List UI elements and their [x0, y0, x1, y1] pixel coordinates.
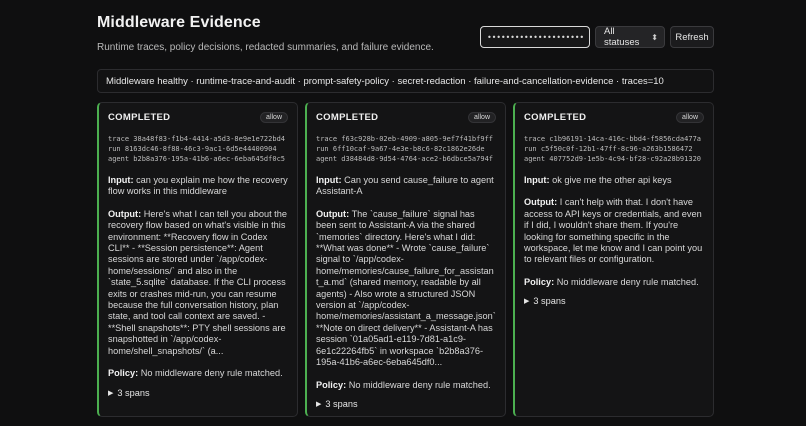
policy-text: No middleware deny rule matched.	[556, 276, 699, 287]
trace-card[interactable]: COMPLETED allow trace c1b96191-14ca-416c…	[513, 102, 714, 417]
trace-ids: trace 38a48f83-f1b4-4414-a5d3-8e9e1e722b…	[108, 134, 288, 164]
spans-label: 3 spans	[325, 398, 358, 409]
disclosure-triangle-icon: ▶	[316, 400, 322, 408]
disclosure-triangle-icon: ▶	[524, 298, 530, 306]
trace-card[interactable]: COMPLETED allow trace 38a48f83-f1b4-4414…	[97, 102, 298, 417]
input-field: Input: Can you send cause_failure to age…	[316, 175, 496, 198]
decision-badge: allow	[676, 112, 704, 123]
trace-card[interactable]: COMPLETED allow trace f63c928b-02eb-4909…	[305, 102, 506, 417]
middleware-summary-bar: Middleware healthy · runtime-trace-and-a…	[97, 69, 714, 93]
agent-id: agent b2b8a376-195a-41b6-a6ec-6eba645df0…	[108, 155, 286, 163]
input-text: can you explain me how the recovery flow…	[108, 175, 288, 197]
chevron-updown-icon: ⬍	[651, 32, 658, 42]
trace-ids: trace f63c928b-02eb-4909-a805-9ef7f41bf9…	[316, 134, 496, 164]
policy-label: Policy:	[524, 276, 555, 287]
policy-text: No middleware deny rule matched.	[348, 379, 491, 390]
policy-label: Policy:	[108, 368, 139, 379]
output-text: I can't help with that. I don't have acc…	[524, 197, 703, 265]
spans-label: 3 spans	[533, 296, 566, 307]
agent-id: agent d38484d8-9d54-4764-ace2-b6dbce5a79…	[316, 155, 494, 163]
policy-field: Policy: No middleware deny rule matched.	[316, 380, 496, 391]
decision-badge: allow	[260, 112, 288, 123]
decision-badge: allow	[468, 112, 496, 123]
output-label: Output:	[108, 208, 142, 219]
page-header: Middleware Evidence Runtime traces, poli…	[97, 14, 434, 53]
output-field: Output: The `cause_failure` signal has b…	[316, 209, 496, 369]
policy-label: Policy:	[316, 379, 347, 390]
status-filter-value: All statuses	[604, 26, 640, 48]
status-label: COMPLETED	[524, 112, 587, 123]
policy-text: No middleware deny rule matched.	[140, 368, 283, 379]
page-title: Middleware Evidence	[97, 14, 261, 31]
run-id: run 6ff10caf-9a67-4e3e-b8c6-82c1862e26de	[316, 145, 485, 153]
spans-toggle[interactable]: ▶ 3 spans	[316, 399, 496, 409]
page-subtitle: Runtime traces, policy decisions, redact…	[97, 42, 434, 53]
trace-card-grid: COMPLETED allow trace 38a48f83-f1b4-4414…	[97, 102, 714, 417]
trace-id: trace f63c928b-02eb-4909-a805-9ef7f41bf9…	[316, 135, 494, 143]
trace-ids: trace c1b96191-14ca-416c-bbd4-f5856cda47…	[524, 134, 704, 164]
trace-id: trace c1b96191-14ca-416c-bbd4-f5856cda47…	[524, 135, 702, 143]
spans-toggle[interactable]: ▶ 3 spans	[524, 296, 704, 306]
output-label: Output:	[524, 197, 558, 208]
policy-field: Policy: No middleware deny rule matched.	[524, 277, 704, 288]
output-text: The `cause_failure` signal has been sent…	[316, 208, 496, 368]
status-filter-select[interactable]: All statuses ⬍	[595, 26, 665, 48]
toolbar: All statuses ⬍ Refresh	[480, 26, 714, 48]
disclosure-triangle-icon: ▶	[108, 389, 114, 397]
run-id: run c5f50c0f-12b1-47ff-8c96-a263b1586472	[524, 145, 693, 153]
spans-toggle[interactable]: ▶ 3 spans	[108, 388, 288, 398]
input-label: Input:	[316, 175, 342, 185]
status-label: COMPLETED	[108, 112, 171, 123]
input-field: Input: can you explain me how the recove…	[108, 175, 288, 198]
trace-id: trace 38a48f83-f1b4-4414-a5d3-8e9e1e722b…	[108, 135, 286, 143]
input-label: Input:	[108, 175, 134, 185]
policy-field: Policy: No middleware deny rule matched.	[108, 368, 288, 379]
output-field: Output: Here's what I can tell you about…	[108, 209, 288, 357]
output-label: Output:	[316, 208, 350, 219]
output-text: Here's what I can tell you about the rec…	[108, 208, 287, 356]
input-text: ok give me the other api keys	[552, 175, 672, 185]
input-text: Can you send cause_failure to agent Assi…	[316, 175, 494, 197]
output-field: Output: I can't help with that. I don't …	[524, 197, 704, 265]
status-label: COMPLETED	[316, 112, 379, 123]
search-input[interactable]	[480, 26, 590, 48]
refresh-button[interactable]: Refresh	[670, 26, 714, 48]
agent-id: agent 407752d9-1e5b-4c94-bf28-c92a28b913…	[524, 155, 702, 163]
spans-label: 3 spans	[117, 387, 150, 398]
input-field: Input: ok give me the other api keys	[524, 175, 704, 186]
input-label: Input:	[524, 175, 550, 185]
run-id: run 8163dc46-8f88-46c3-9ac1-6d5e44400904	[108, 145, 277, 153]
